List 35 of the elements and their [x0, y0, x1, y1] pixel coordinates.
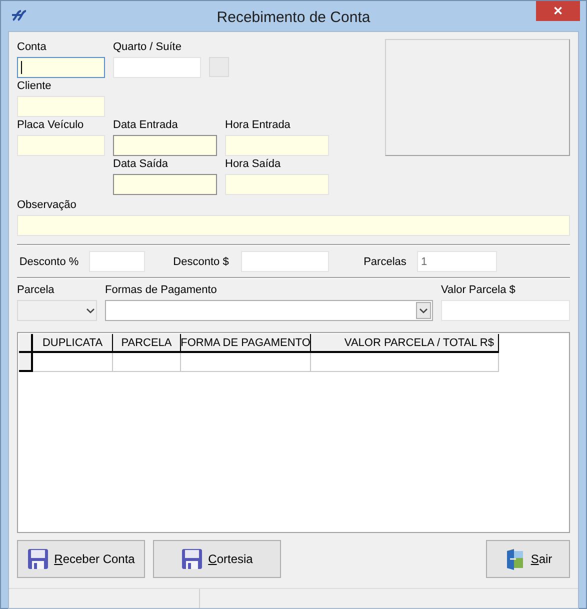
column-header[interactable]: VALOR PARCELA / TOTAL R$	[311, 334, 499, 353]
field-label: Desconto $	[172, 256, 230, 268]
app-logo-icon	[11, 9, 27, 22]
field-label: Cliente	[17, 80, 52, 93]
column-header[interactable]: FORMA DE PAGAMENTO	[181, 334, 311, 353]
field-label: Data Entrada	[113, 119, 179, 132]
input-field[interactable]	[113, 135, 217, 156]
column-header[interactable]: DUPLICATA	[33, 334, 113, 353]
row-header	[19, 353, 33, 372]
field-label: Data Saída	[113, 158, 170, 171]
field-label: Parcelas	[362, 256, 408, 268]
dropdown-field[interactable]	[105, 300, 433, 321]
field-label: Hora Saída	[225, 158, 282, 171]
field-label: Desconto %	[18, 256, 80, 268]
input-field[interactable]	[17, 57, 105, 78]
field-label: Conta	[17, 41, 48, 54]
table-cell	[113, 353, 181, 372]
close-button[interactable]: ✕	[536, 1, 580, 21]
field-label: Formas de Pagamento	[105, 284, 218, 297]
field-label: Quarto / Suíte	[113, 41, 182, 54]
action-button[interactable]: Receber Conta	[17, 540, 145, 578]
column-header[interactable]: PARCELA	[113, 334, 181, 353]
chevron-down-icon	[419, 308, 428, 314]
input-field[interactable]: 1	[417, 251, 497, 272]
field-label: Placa Veículo	[17, 119, 85, 132]
field-label: Valor Parcela $	[441, 284, 516, 297]
field-label: Hora Entrada	[225, 119, 292, 132]
window-title: Recebimento de Conta	[216, 8, 372, 26]
chevron-down-icon	[86, 308, 95, 314]
field-label: Observação	[17, 199, 78, 212]
row-header	[19, 334, 33, 353]
field-label: Parcela	[17, 284, 56, 297]
action-button[interactable]: Cortesia	[153, 540, 281, 578]
input-field[interactable]	[113, 174, 217, 195]
action-button[interactable]: Sair	[486, 540, 570, 578]
